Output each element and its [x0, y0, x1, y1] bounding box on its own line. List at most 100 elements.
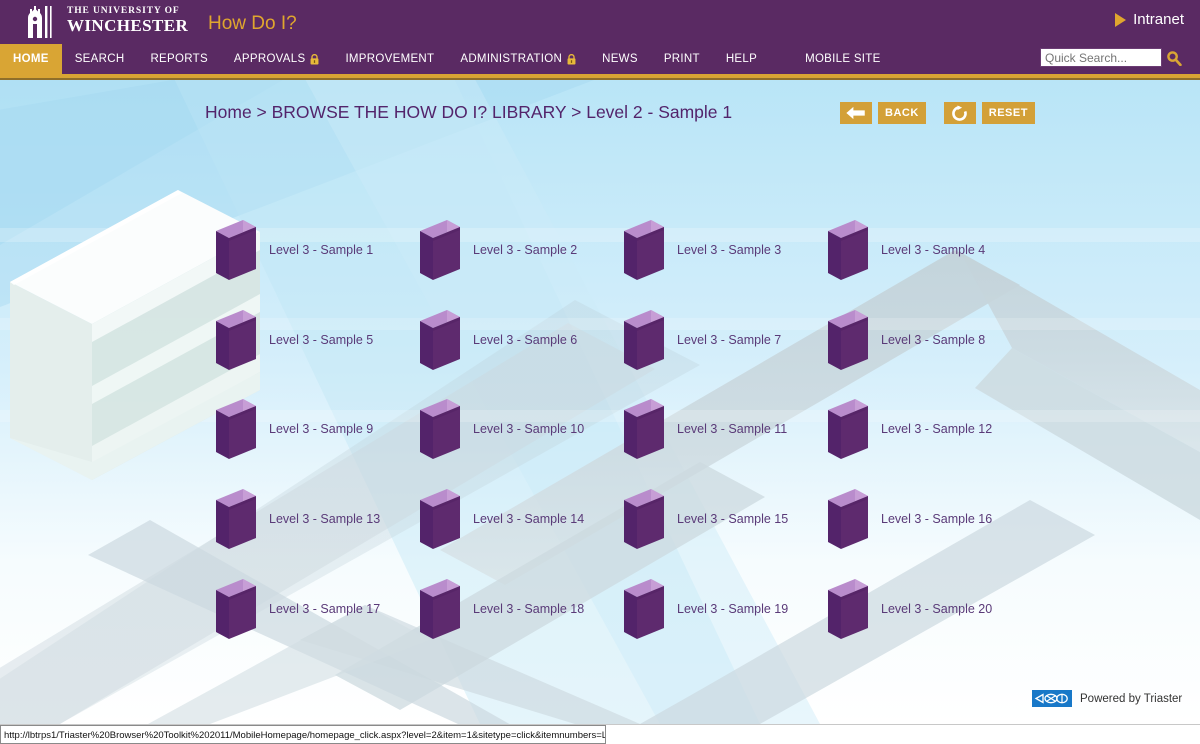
nav-item-label: PRINT — [663, 53, 700, 65]
university-logo-text: THE UNIVERSITY OF WINCHESTER — [67, 7, 189, 36]
library-item-label: Level 3 - Sample 19 — [677, 602, 789, 616]
library-item[interactable]: Level 3 - Sample 6 — [419, 309, 577, 371]
nav-item-reports[interactable]: REPORTS — [137, 44, 220, 74]
book-3d-icon — [827, 398, 869, 460]
library-item-label: Level 3 - Sample 6 — [473, 333, 578, 347]
powered-by-triaster: Powered by Triaster — [1032, 690, 1182, 707]
book-3d-icon — [419, 398, 461, 460]
book-3d-icon — [623, 578, 665, 640]
page-title: How Do I? — [208, 13, 297, 34]
book-3d-icon — [827, 309, 869, 371]
book-3d-icon — [419, 488, 461, 550]
nav-item-search[interactable]: SEARCH — [62, 44, 138, 74]
nav-item-label: ADMINISTRATION — [460, 53, 563, 65]
library-item-label: Level 3 - Sample 8 — [881, 333, 986, 347]
book-3d-icon — [419, 219, 461, 281]
library-item-label: Level 3 - Sample 11 — [677, 422, 788, 436]
library-item[interactable]: Level 3 - Sample 20 — [827, 578, 992, 640]
library-item[interactable]: Level 3 - Sample 12 — [827, 398, 992, 460]
nav-item-help[interactable]: HELP — [713, 44, 770, 74]
library-item[interactable]: Level 3 - Sample 1 — [215, 219, 373, 281]
nav-item-label: HOME — [13, 53, 49, 65]
library-item[interactable]: Level 3 - Sample 4 — [827, 219, 985, 281]
library-item-label: Level 3 - Sample 2 — [473, 243, 578, 257]
intranet-label: Intranet — [1133, 11, 1184, 28]
library-item[interactable]: Level 3 - Sample 14 — [419, 488, 584, 550]
library-item-label: Level 3 - Sample 15 — [677, 512, 789, 526]
library-canvas: Home > BROWSE THE HOW DO I? LIBRARY > Le… — [0, 80, 1200, 724]
nav-item-mobile-site[interactable]: MOBILE SITE — [792, 44, 894, 74]
book-3d-icon — [827, 488, 869, 550]
library-item[interactable]: Level 3 - Sample 3 — [623, 219, 781, 281]
library-item-label: Level 3 - Sample 16 — [881, 512, 993, 526]
cathedral-tower-icon — [24, 4, 60, 38]
library-item[interactable]: Level 3 - Sample 2 — [419, 219, 577, 281]
lock-icon — [310, 53, 319, 65]
logo-line-2: WINCHESTER — [67, 16, 189, 36]
nav-item-label: MOBILE SITE — [805, 53, 881, 65]
intranet-link[interactable]: Intranet — [1115, 11, 1184, 28]
nav-item-label: APPROVALS — [233, 53, 306, 65]
nav-item-label: REPORTS — [150, 53, 208, 65]
nav-item-label: HELP — [725, 53, 758, 65]
book-3d-icon — [215, 488, 257, 550]
library-item[interactable]: Level 3 - Sample 15 — [623, 488, 788, 550]
library-item-label: Level 3 - Sample 10 — [473, 422, 585, 436]
nav-item-home[interactable]: HOME — [0, 44, 62, 74]
library-item-label: Level 3 - Sample 4 — [881, 243, 986, 257]
book-3d-icon — [215, 398, 257, 460]
nav-item-improvement[interactable]: IMPROVEMENT — [332, 44, 447, 74]
library-item[interactable]: Level 3 - Sample 7 — [623, 309, 781, 371]
book-3d-icon — [623, 398, 665, 460]
library-item-label: Level 3 - Sample 12 — [881, 422, 993, 436]
library-item[interactable]: Level 3 - Sample 8 — [827, 309, 985, 371]
library-item-label: Level 3 - Sample 14 — [473, 512, 585, 526]
book-3d-icon — [623, 309, 665, 371]
library-item[interactable]: Level 3 - Sample 10 — [419, 398, 584, 460]
library-item[interactable]: Level 3 - Sample 11 — [623, 398, 787, 460]
lock-icon — [567, 53, 576, 65]
nav-item-print[interactable]: PRINT — [651, 44, 713, 74]
book-3d-icon — [215, 219, 257, 281]
book-3d-icon — [215, 578, 257, 640]
book-3d-icon — [623, 219, 665, 281]
library-item-label: Level 3 - Sample 3 — [677, 243, 782, 257]
library-item-label: Level 3 - Sample 5 — [269, 333, 374, 347]
book-3d-icon — [623, 488, 665, 550]
university-logo[interactable]: THE UNIVERSITY OF WINCHESTER — [24, 4, 188, 38]
library-item-label: Level 3 - Sample 17 — [269, 602, 381, 616]
book-3d-icon — [419, 578, 461, 640]
library-item-label: Level 3 - Sample 9 — [269, 422, 374, 436]
library-item[interactable]: Level 3 - Sample 18 — [419, 578, 584, 640]
triaster-logo-icon — [1032, 690, 1072, 707]
quick-search — [1040, 47, 1186, 68]
library-item-grid: Level 3 - Sample 1 Level 3 - Sample 2 Leve… — [0, 80, 1200, 724]
book-3d-icon — [215, 309, 257, 371]
book-3d-icon — [827, 219, 869, 281]
library-item-label: Level 3 - Sample 20 — [881, 602, 993, 616]
play-triangle-icon — [1115, 12, 1127, 27]
library-item[interactable]: Level 3 - Sample 17 — [215, 578, 380, 640]
library-item-label: Level 3 - Sample 1 — [269, 243, 374, 257]
library-item[interactable]: Level 3 - Sample 19 — [623, 578, 788, 640]
search-button[interactable] — [1162, 47, 1186, 68]
library-item-label: Level 3 - Sample 13 — [269, 512, 381, 526]
library-item[interactable]: Level 3 - Sample 13 — [215, 488, 380, 550]
library-item[interactable]: Level 3 - Sample 9 — [215, 398, 373, 460]
browser-status-bar: http://lbtrps1/Triaster%20Browser%20Tool… — [0, 724, 1200, 744]
status-bar-url: http://lbtrps1/Triaster%20Browser%20Tool… — [0, 725, 606, 744]
book-3d-icon — [419, 309, 461, 371]
nav-item-label: SEARCH — [74, 53, 125, 65]
library-item[interactable]: Level 3 - Sample 5 — [215, 309, 373, 371]
nav-item-list: HOME SEARCH REPORTS APPROVALS IMPROVEMENT ADM… — [0, 44, 894, 74]
powered-by-label: Powered by Triaster — [1080, 692, 1183, 705]
search-input[interactable] — [1040, 48, 1162, 67]
main-navigation: HOME SEARCH REPORTS APPROVALS IMPROVEMENT ADM… — [0, 44, 1200, 74]
nav-item-label: NEWS — [602, 53, 638, 65]
library-item[interactable]: Level 3 - Sample 16 — [827, 488, 992, 550]
nav-item-administration[interactable]: ADMINISTRATION — [447, 44, 589, 74]
nav-item-approvals[interactable]: APPROVALS — [221, 44, 333, 74]
library-item-label: Level 3 - Sample 18 — [473, 602, 585, 616]
library-item-label: Level 3 - Sample 7 — [677, 333, 782, 347]
nav-item-news[interactable]: NEWS — [589, 44, 651, 74]
